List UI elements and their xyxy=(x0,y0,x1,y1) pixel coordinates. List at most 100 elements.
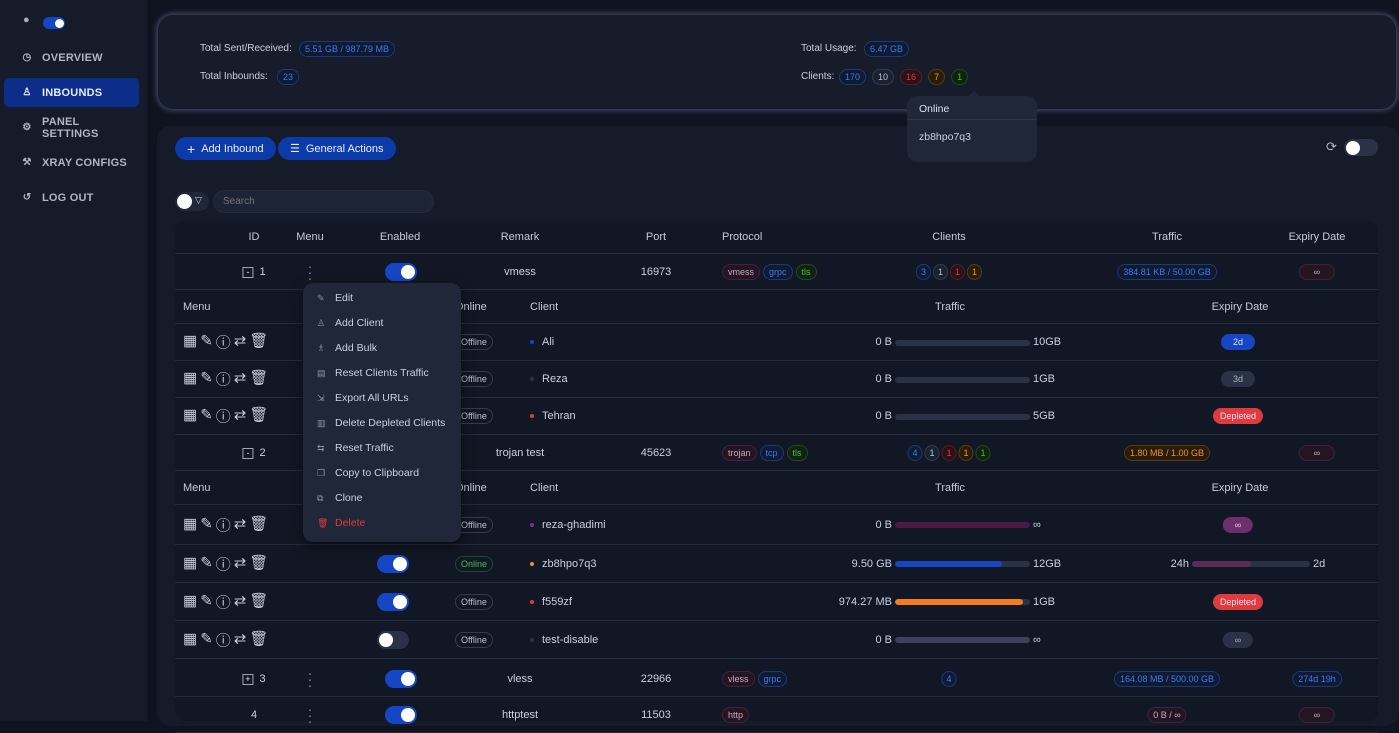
reset-icon[interactable]: ⇄ xyxy=(234,629,247,650)
info-icon[interactable]: ⓘ xyxy=(216,332,231,353)
delete-icon[interactable]: 🗑 xyxy=(249,591,268,612)
qrcode-icon[interactable]: ▦ xyxy=(183,369,197,390)
edit-icon[interactable]: ✎ xyxy=(200,591,213,612)
more-menu-icon[interactable]: ··· xyxy=(308,259,313,285)
inbound-port: 22966 xyxy=(640,672,672,685)
reset-icon[interactable]: ⇄ xyxy=(234,514,247,535)
info-icon[interactable]: ⓘ xyxy=(216,514,231,535)
delete-icon[interactable]: 🗑 xyxy=(249,406,268,427)
client-name-text: Tehran xyxy=(542,410,576,422)
total-inbounds-value: 23 xyxy=(277,69,300,85)
client-used: 0 B xyxy=(875,336,892,348)
reset-icon[interactable]: ⇄ xyxy=(234,332,247,353)
search-input[interactable] xyxy=(213,190,434,213)
filter-toggle[interactable]: ▽ xyxy=(175,192,209,211)
file-reset-icon: ▤ xyxy=(317,367,326,378)
menu-item-add-client[interactable]: ♙ Add Client xyxy=(317,317,383,329)
add-inbound-button[interactable]: + Add Inbound xyxy=(175,137,276,160)
online-status: Offline xyxy=(455,593,493,610)
collapse-icon[interactable]: - xyxy=(242,266,254,278)
reload-icon: ⇆ xyxy=(317,442,325,453)
auto-refresh-toggle[interactable] xyxy=(1344,139,1378,156)
client-enabled-toggle[interactable] xyxy=(377,555,409,573)
edit-icon[interactable]: ✎ xyxy=(200,332,213,353)
general-actions-button[interactable]: ☰ General Actions xyxy=(278,137,396,160)
qrcode-icon[interactable]: ▦ xyxy=(183,591,197,612)
enabled-toggle[interactable] xyxy=(385,706,417,724)
status-dot xyxy=(530,414,534,419)
reset-icon[interactable]: ⇄ xyxy=(234,553,247,574)
client-stat-badge: 1 xyxy=(975,444,991,461)
client-actions: ▦ ✎ ⓘ ⇄ 🗑 xyxy=(183,332,268,353)
traffic-bar-fill xyxy=(895,599,1024,605)
info-icon[interactable]: ⓘ xyxy=(216,553,231,574)
expand-icon[interactable]: + xyxy=(242,673,254,685)
menu-item-add-bulk[interactable]: ♗ Add Bulk xyxy=(317,342,377,354)
sidebar-item-overview[interactable]: ◷ OVERVIEW xyxy=(4,43,139,72)
protocol-tag: grpc xyxy=(757,670,788,687)
delete-icon[interactable]: 🗑 xyxy=(249,514,268,535)
refresh-icon[interactable]: ⟳ xyxy=(1326,139,1337,155)
qrcode-icon[interactable]: ▦ xyxy=(183,553,197,574)
column-header: Port xyxy=(645,231,667,243)
edit-icon[interactable]: ✎ xyxy=(200,553,213,574)
sidebar-item-panel-settings[interactable]: ⚙ PANEL SETTINGS xyxy=(4,113,139,142)
delete-icon[interactable]: 🗑 xyxy=(249,553,268,574)
edit-icon[interactable]: ✎ xyxy=(200,406,213,427)
menu-item-copy-to-clipboard[interactable]: ❐ Copy to Clipboard xyxy=(317,467,419,479)
sidebar-item-log-out[interactable]: ↺ LOG OUT xyxy=(4,183,139,212)
reset-icon[interactable]: ⇄ xyxy=(234,406,247,427)
menu-item-edit[interactable]: ✎ Edit xyxy=(317,292,353,304)
menu-item-reset-clients-traffic[interactable]: ▤ Reset Clients Traffic xyxy=(317,367,429,379)
client-stat-badge: 1 xyxy=(932,263,948,280)
client-total: 1GB xyxy=(1033,595,1056,608)
edit-icon[interactable]: ✎ xyxy=(200,369,213,390)
lightbulb-icon: ● xyxy=(23,14,30,26)
qrcode-icon[interactable]: ▦ xyxy=(183,332,197,353)
info-icon[interactable]: ⓘ xyxy=(216,406,231,427)
sidebar-item-inbounds[interactable]: ♙ INBOUNDS xyxy=(4,78,139,107)
client-enabled-toggle[interactable] xyxy=(377,631,409,649)
client-name-text: zb8hpo7q3 xyxy=(542,557,597,570)
menu-item-delete-depleted-clients[interactable]: ▥ Delete Depleted Clients xyxy=(317,417,445,429)
expiry-to: 2d xyxy=(1313,557,1326,570)
menu-item-clone[interactable]: ⧉ Clone xyxy=(317,492,362,504)
enabled-toggle[interactable] xyxy=(385,670,417,688)
menu-item-export-all-urls[interactable]: ⇲ Export All URLs xyxy=(317,392,409,404)
traffic-bar xyxy=(895,561,1030,567)
delete-icon[interactable]: 🗑 xyxy=(249,369,268,390)
delete-icon[interactable]: 🗑 xyxy=(249,629,268,650)
menu-item-label: Edit xyxy=(335,292,354,304)
tool-icon: ⚒ xyxy=(22,157,32,168)
enabled-toggle[interactable] xyxy=(385,263,417,281)
info-icon[interactable]: ⓘ xyxy=(216,369,231,390)
client-enabled-toggle[interactable] xyxy=(377,593,409,611)
edit-icon[interactable]: ✎ xyxy=(200,629,213,650)
reset-icon[interactable]: ⇄ xyxy=(234,369,247,390)
reset-icon[interactable]: ⇄ xyxy=(234,591,247,612)
client-row: ▦ ✎ ⓘ ⇄ 🗑 Online zb8hpo7q3 9.50 GB 12GB 24h 2d xyxy=(175,545,1378,583)
id-text: 2 xyxy=(259,446,266,459)
info-icon[interactable]: ⓘ xyxy=(216,629,231,650)
delete-icon[interactable]: 🗑 xyxy=(249,332,268,353)
collapse-icon[interactable]: - xyxy=(242,447,254,459)
client-row: ▦ ✎ ⓘ ⇄ 🗑 Offline test-disable 0 B ∞ ∞ xyxy=(175,621,1378,659)
sidebar-item-label: INBOUNDS xyxy=(42,86,103,99)
protocol-tags: vless grpc xyxy=(722,670,788,687)
inbound-remark: vmess xyxy=(504,265,536,278)
column-header: Enabled xyxy=(379,231,421,243)
edit-icon[interactable]: ✎ xyxy=(200,514,213,535)
total-sent-value: 5.51 GB / 987.79 MB xyxy=(299,41,396,57)
theme-toggle[interactable] xyxy=(43,17,65,29)
sidebar-item-label: PANEL SETTINGS xyxy=(41,115,99,140)
sidebar-item-xray-configs[interactable]: ⚒ XRAY CONFIGS xyxy=(4,148,139,177)
qrcode-icon[interactable]: ▦ xyxy=(183,514,197,535)
qrcode-icon[interactable]: ▦ xyxy=(183,629,197,650)
menu-item-delete[interactable]: 🗑 Delete xyxy=(317,517,365,529)
users-add-icon: ♗ xyxy=(317,342,326,353)
more-menu-icon[interactable]: ··· xyxy=(308,666,313,692)
menu-item-reset-traffic[interactable]: ⇆ Reset Traffic xyxy=(317,442,394,454)
info-icon[interactable]: ⓘ xyxy=(216,591,231,612)
sidebar-item-label: OVERVIEW xyxy=(42,51,103,64)
qrcode-icon[interactable]: ▦ xyxy=(183,406,197,427)
